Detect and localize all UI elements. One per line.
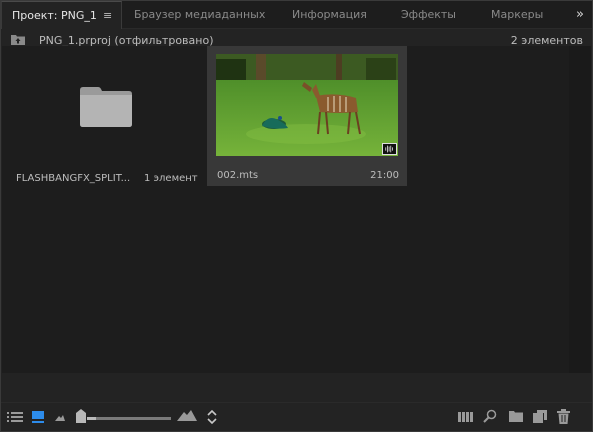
tab-project[interactable]: Проект: PNG_1 ≡	[1, 1, 122, 30]
icon-view-icon[interactable]	[31, 410, 45, 423]
zoom-small-icon[interactable]	[55, 414, 65, 421]
clip-thumbnail[interactable]	[216, 54, 398, 156]
zoom-slider-thumb[interactable]	[76, 409, 86, 423]
clip-thumbnail-image	[216, 54, 398, 156]
clip-item[interactable]: 002.mts 21:00	[207, 46, 407, 186]
clip-name: 002.mts	[217, 170, 259, 181]
find-icon[interactable]	[483, 409, 497, 423]
clip-duration: 21:00	[370, 170, 399, 181]
zoom-large-icon[interactable]	[177, 410, 197, 421]
tab-overflow-icon[interactable]: »	[572, 1, 588, 29]
tab-info[interactable]: Информация	[292, 1, 367, 29]
tab-media-browser[interactable]: Браузер медиаданных	[134, 1, 265, 29]
new-item-icon[interactable]	[533, 410, 547, 423]
new-bin-icon[interactable]	[509, 411, 523, 422]
tab-effects[interactable]: Эффекты	[401, 1, 456, 29]
tab-project-label: Проект: PNG_1	[12, 9, 97, 22]
bottom-toolbar	[1, 402, 592, 431]
trash-icon[interactable]	[557, 409, 570, 424]
panel-menu-icon[interactable]: ≡	[103, 2, 112, 30]
zoom-slider[interactable]	[87, 417, 171, 420]
folder-up-icon[interactable]	[11, 34, 25, 45]
automate-to-sequence-icon[interactable]	[458, 411, 474, 423]
vertical-scrollbar[interactable]	[569, 46, 591, 373]
bin-name: FLASHBANGFX_SPLIT...	[16, 173, 131, 184]
sort-icon[interactable]	[207, 409, 217, 425]
list-view-icon[interactable]	[7, 411, 23, 423]
zoom-slider-fill	[87, 417, 97, 420]
bin-item[interactable]: FLASHBANGFX_SPLIT... 1 элемент	[6, 50, 202, 188]
folder-icon	[80, 87, 132, 127]
bin-item-count: 1 элемент	[144, 173, 198, 184]
item-grid: FLASHBANGFX_SPLIT... 1 элемент 002.mts 2…	[2, 46, 569, 373]
audio-video-icon	[382, 143, 397, 155]
tab-markers[interactable]: Маркеры	[491, 1, 543, 29]
tab-bar: Проект: PNG_1 ≡ Браузер медиаданных Инфо…	[1, 1, 592, 30]
